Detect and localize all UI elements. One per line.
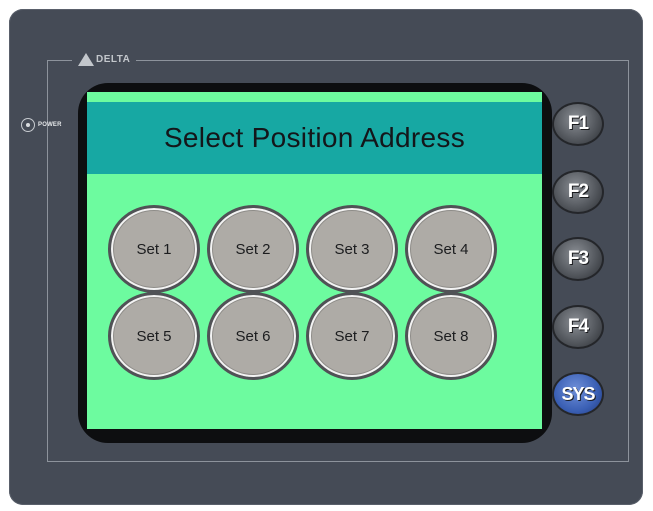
screen-title: Select Position Address (163, 122, 466, 153)
set-1-label: Set 1 (136, 240, 172, 258)
title-bar: Select Position Address (87, 102, 542, 174)
f1-key-label: F1 (567, 113, 589, 134)
set-7-label: Set 7 (334, 327, 370, 345)
set-7-button[interactable]: Set 7 (306, 292, 398, 380)
set-2-button[interactable]: Set 2 (207, 205, 299, 293)
power-indicator: POWER (21, 118, 62, 132)
f3-key-label: F3 (567, 248, 589, 269)
f4-key[interactable]: F4 (552, 305, 604, 349)
f1-key[interactable]: F1 (552, 102, 604, 146)
delta-logo-icon (78, 52, 94, 66)
set-8-button[interactable]: Set 8 (405, 292, 497, 380)
set-2-label: Set 2 (235, 240, 271, 258)
set-4-label: Set 4 (433, 240, 469, 258)
f3-key[interactable]: F3 (552, 237, 604, 281)
hmi-screen: Select Position Address Set 1 Set 2 Set … (87, 92, 542, 429)
set-6-label: Set 6 (235, 327, 271, 345)
set-4-button[interactable]: Set 4 (405, 205, 497, 293)
brand-name: DELTA (96, 53, 131, 65)
set-8-label: Set 8 (433, 327, 469, 345)
power-label: POWER (38, 122, 62, 128)
set-6-button[interactable]: Set 6 (207, 292, 299, 380)
f4-key-label: F4 (567, 316, 589, 337)
set-5-label: Set 5 (136, 327, 172, 345)
set-5-button[interactable]: Set 5 (108, 292, 200, 380)
set-1-button[interactable]: Set 1 (108, 205, 200, 293)
brand-logo: DELTA (72, 50, 137, 68)
sys-key[interactable]: SYS (552, 372, 604, 416)
f2-key[interactable]: F2 (552, 170, 604, 214)
set-3-label: Set 3 (334, 240, 370, 258)
sys-key-label: SYS (561, 383, 595, 404)
set-3-button[interactable]: Set 3 (306, 205, 398, 293)
f2-key-label: F2 (567, 181, 589, 202)
power-led-icon (21, 118, 35, 132)
